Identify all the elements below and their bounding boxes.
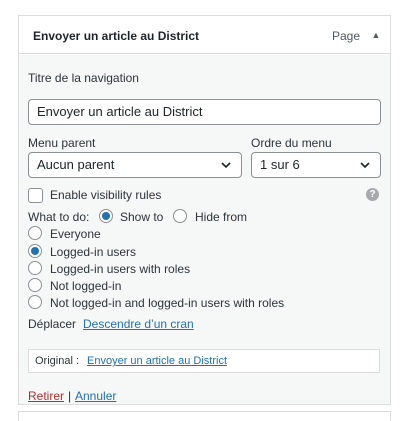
hide-from-radio[interactable]: [173, 209, 187, 223]
original-link[interactable]: Envoyer un article au District: [87, 355, 227, 367]
menu-item-title: Envoyer un article au District: [33, 29, 200, 43]
cancel-link[interactable]: Annuler: [75, 389, 116, 403]
not-logged-in-radio[interactable]: [28, 278, 42, 292]
not-logged-in-and-roles-radio[interactable]: [28, 295, 42, 309]
logged-in-users-radio[interactable]: [28, 244, 42, 258]
logged-in-users-label: Logged-in users: [50, 245, 137, 259]
original-label: Original :: [35, 355, 80, 367]
chevron-down-icon: [360, 162, 370, 169]
show-to-label: Show to: [120, 210, 164, 224]
enable-visibility-label: Enable visibility rules: [50, 188, 162, 202]
what-to-do-label: What to do:: [28, 210, 90, 224]
navigation-label-label: Titre de la navigation: [28, 71, 139, 85]
menu-order-label: Ordre du menu: [251, 136, 332, 150]
menu-parent-value: Aucun parent: [37, 157, 115, 172]
menu-order-select[interactable]: 1 sur 6: [251, 152, 381, 178]
menu-parent-select[interactable]: Aucun parent: [28, 152, 242, 178]
logged-in-roles-label: Logged-in users with roles: [50, 262, 191, 276]
move-label: Déplacer: [28, 317, 77, 331]
everyone-radio[interactable]: [28, 226, 42, 240]
menu-parent-label: Menu parent: [28, 136, 96, 150]
menu-item-panel: Envoyer un article au District Page ▲ Ti…: [18, 15, 391, 405]
show-to-radio[interactable]: [99, 209, 113, 223]
menu-order-value: 1 sur 6: [260, 157, 300, 172]
help-icon[interactable]: ?: [366, 188, 379, 201]
not-logged-in-and-roles-label: Not logged-in and logged-in users with r…: [50, 296, 285, 310]
enable-visibility-checkbox[interactable]: [28, 188, 43, 203]
next-menu-item-panel[interactable]: [18, 411, 391, 421]
chevron-down-icon: [221, 162, 231, 169]
navigation-label-input[interactable]: Envoyer un article au District: [28, 99, 381, 125]
hide-from-label: Hide from: [195, 210, 248, 224]
menu-item-header[interactable]: Envoyer un article au District Page ▲: [19, 16, 390, 54]
not-logged-in-label: Not logged-in: [50, 279, 122, 293]
menu-item-type: Page: [332, 29, 361, 43]
move-down-link[interactable]: Descendre d’un cran: [83, 317, 194, 331]
remove-link[interactable]: Retirer: [28, 389, 64, 403]
logged-in-roles-radio[interactable]: [28, 261, 42, 275]
menu-item-settings: Titre de la navigation Envoyer un articl…: [19, 55, 390, 404]
collapse-arrow-icon[interactable]: ▲: [369, 28, 383, 42]
everyone-label: Everyone: [50, 227, 101, 241]
link-separator: |: [68, 389, 72, 403]
original-box: Original : Envoyer un article au Distric…: [28, 349, 380, 373]
